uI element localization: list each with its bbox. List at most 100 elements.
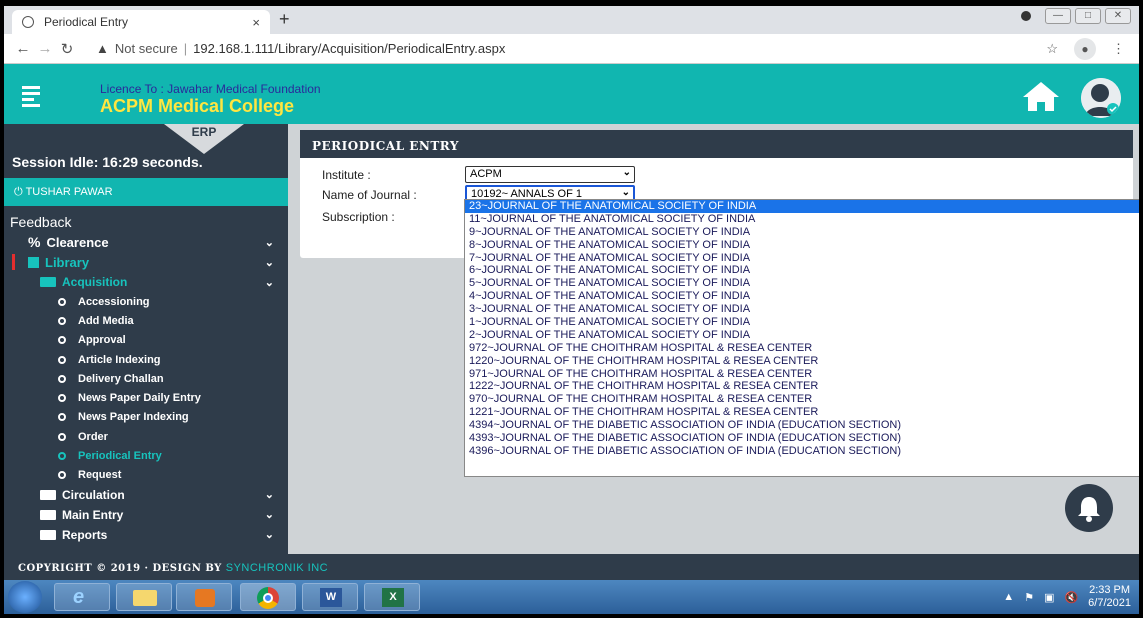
sidebar-subitem-label: Approval [78,334,126,347]
dropdown-option[interactable]: 9~JOURNAL OF THE ANATOMICAL SOCIETY OF I… [465,226,1139,239]
ie-taskbar-icon[interactable]: e [54,583,110,611]
user-avatar-icon[interactable] [1081,78,1121,118]
new-tab-button[interactable]: + [279,9,290,30]
circle-icon [58,452,66,461]
dropdown-option[interactable]: 5~JOURNAL OF THE ANATOMICAL SOCIETY OF I… [465,277,1139,290]
sidebar-subitem-label: Request [78,469,122,482]
sidebar-item-label: Clearence [46,234,109,250]
sidebar-subitem[interactable]: Accessioning [4,292,288,311]
dropdown-option[interactable]: 4393~JOURNAL OF THE DIABETIC ASSOCIATION… [465,432,1139,445]
sidebar-subitem-label: Article Indexing [78,353,161,366]
dropdown-option[interactable]: 23~JOURNAL OF THE ANATOMICAL SOCIETY OF … [465,200,1139,213]
sidebar-item-clearence[interactable]: % Clearence ⌄ [4,232,288,252]
folder-taskbar-icon[interactable] [116,583,172,611]
sidebar-subitem-label: Periodical Entry [78,450,162,463]
tray-expand-icon[interactable]: ▲ [1003,591,1014,603]
notification-bell-button[interactable] [1065,484,1113,532]
chevron-down-icon: ⌄ [264,489,274,502]
screen: Periodical Entry × + — □ ✕ ← → ↻ ▲ Not s… [4,6,1139,614]
sidebar-item-acquisition[interactable]: Acquisition ⌄ [4,272,288,292]
media-taskbar-icon[interactable] [176,583,232,611]
percent-icon: % [28,234,41,250]
dropdown-option[interactable]: 1220~JOURNAL OF THE CHOITHRAM HOSPITAL &… [465,355,1139,368]
footer-brand-link[interactable]: SYNCHRONIK INC [226,562,328,574]
erp-badge: ERP [164,124,244,154]
dropdown-option[interactable]: 4394~JOURNAL OF THE DIABETIC ASSOCIATION… [465,419,1139,432]
journal-dropdown-list[interactable]: 23~JOURNAL OF THE ANATOMICAL SOCIETY OF … [464,199,1139,477]
menu-dots-icon[interactable]: ⋮ [1112,41,1125,57]
sidebar-subitem-label: News Paper Indexing [78,411,189,424]
chevron-down-icon: ⌄ [264,509,274,522]
sidebar-subitem[interactable]: Delivery Challan [4,369,288,388]
sidebar-item-feedback[interactable]: Feedback [10,214,71,230]
hamburger-icon[interactable] [22,86,40,110]
sidebar-item-main-entry[interactable]: Main Entry ⌄ [4,505,288,525]
sidebar-subitem[interactable]: Article Indexing [4,350,288,369]
sidebar-subitem[interactable]: News Paper Indexing [4,408,288,427]
folder-icon [40,489,56,500]
dropdown-option[interactable]: 3~JOURNAL OF THE ANATOMICAL SOCIETY OF I… [465,303,1139,316]
sidebar-item-library[interactable]: Library ⌄ [4,252,288,272]
word-taskbar-icon[interactable]: W [302,583,358,611]
reload-icon[interactable]: ↻ [56,40,78,58]
excel-taskbar-icon[interactable]: X [364,583,420,611]
forward-icon[interactable]: → [34,40,56,57]
sidebar-item-label: Reports [62,527,108,542]
folder-icon [40,529,56,540]
sidebar-subitem[interactable]: Approval [4,331,288,350]
sidebar-subitem[interactable]: Add Media [4,311,288,330]
dropdown-option[interactable]: 11~JOURNAL OF THE ANATOMICAL SOCIETY OF … [465,213,1139,226]
dropdown-option[interactable]: 8~JOURNAL OF THE ANATOMICAL SOCIETY OF I… [465,239,1139,252]
chrome-taskbar-icon[interactable] [240,583,296,611]
sidebar-subitem-periodical-entry[interactable]: Periodical Entry [4,446,288,465]
star-icon[interactable]: ☆ [1046,41,1058,57]
dropdown-option[interactable]: 1221~JOURNAL OF THE CHOITHRAM HOSPITAL &… [465,406,1139,419]
sidebar-item-label: Main Entry [62,507,124,522]
flag-icon[interactable]: ⚑ [1024,591,1034,604]
minimize-button[interactable]: — [1045,8,1071,24]
licence-text: Licence To : Jawahar Medical Foundation [100,82,321,96]
institute-select[interactable]: ACPM ⌄ [465,166,635,183]
dropdown-option[interactable]: 1222~JOURNAL OF THE CHOITHRAM HOSPITAL &… [465,380,1139,393]
window-controls: — □ ✕ [1021,8,1131,24]
browser-tab[interactable]: Periodical Entry × [12,10,270,34]
sidebar-subitem[interactable]: News Paper Daily Entry [4,388,288,407]
globe-icon [22,16,34,28]
url-text: 192.168.1.111/Library/Acquisition/Period… [193,41,506,56]
sidebar-subitem[interactable]: Request [4,466,288,485]
clock[interactable]: 2:33 PM 6/7/2021 [1088,584,1131,610]
back-icon[interactable]: ← [12,40,34,57]
clock-date: 6/7/2021 [1088,597,1131,609]
bell-icon [1078,497,1100,522]
tab-close-button[interactable]: × [252,15,260,30]
dropdown-option[interactable]: 4396~JOURNAL OF THE DIABETIC ASSOCIATION… [465,445,1139,458]
circle-icon [58,316,66,325]
dropdown-option[interactable]: 2~JOURNAL OF THE ANATOMICAL SOCIETY OF I… [465,329,1139,342]
dropdown-option[interactable]: 971~JOURNAL OF THE CHOITHRAM HOSPITAL & … [465,368,1139,381]
active-marker [12,254,15,270]
dropdown-option[interactable]: 7~JOURNAL OF THE ANATOMICAL SOCIETY OF I… [465,252,1139,265]
start-button[interactable] [8,581,42,613]
url-field[interactable]: ▲ Not secure | 192.168.1.111/Library/Acq… [96,41,505,56]
sidebar-item-circulation[interactable]: Circulation ⌄ [4,485,288,505]
folder-icon [40,509,56,520]
circle-icon [58,336,66,345]
dropdown-option[interactable]: 972~JOURNAL OF THE CHOITHRAM HOSPITAL & … [465,342,1139,355]
close-window-button[interactable]: ✕ [1105,8,1131,24]
dropdown-option[interactable]: 4~JOURNAL OF THE ANATOMICAL SOCIETY OF I… [465,290,1139,303]
sidebar-subitem[interactable]: Order [4,427,288,446]
dropdown-option[interactable]: 1~JOURNAL OF THE ANATOMICAL SOCIETY OF I… [465,316,1139,329]
app-header: Licence To : Jawahar Medical Foundation … [4,64,1139,124]
speaker-muted-icon[interactable]: 🔇 [1064,591,1078,604]
profile-icon[interactable]: ● [1074,37,1096,60]
sidebar-subitem-label: Delivery Challan [78,372,164,385]
sidebar-item-reports[interactable]: Reports ⌄ [4,525,288,545]
home-icon[interactable] [1021,80,1061,112]
dropdown-option[interactable]: 6~JOURNAL OF THE ANATOMICAL SOCIETY OF I… [465,264,1139,277]
dropdown-option[interactable]: 970~JOURNAL OF THE CHOITHRAM HOSPITAL & … [465,393,1139,406]
network-icon[interactable]: ▣ [1044,591,1054,604]
browser-tabbar: Periodical Entry × + — □ ✕ [4,6,1139,34]
logged-user[interactable]: ⏻ TUSHAR PAWAR [4,178,288,206]
maximize-button[interactable]: □ [1075,8,1101,24]
sidebar-item-label: Library [45,254,90,270]
